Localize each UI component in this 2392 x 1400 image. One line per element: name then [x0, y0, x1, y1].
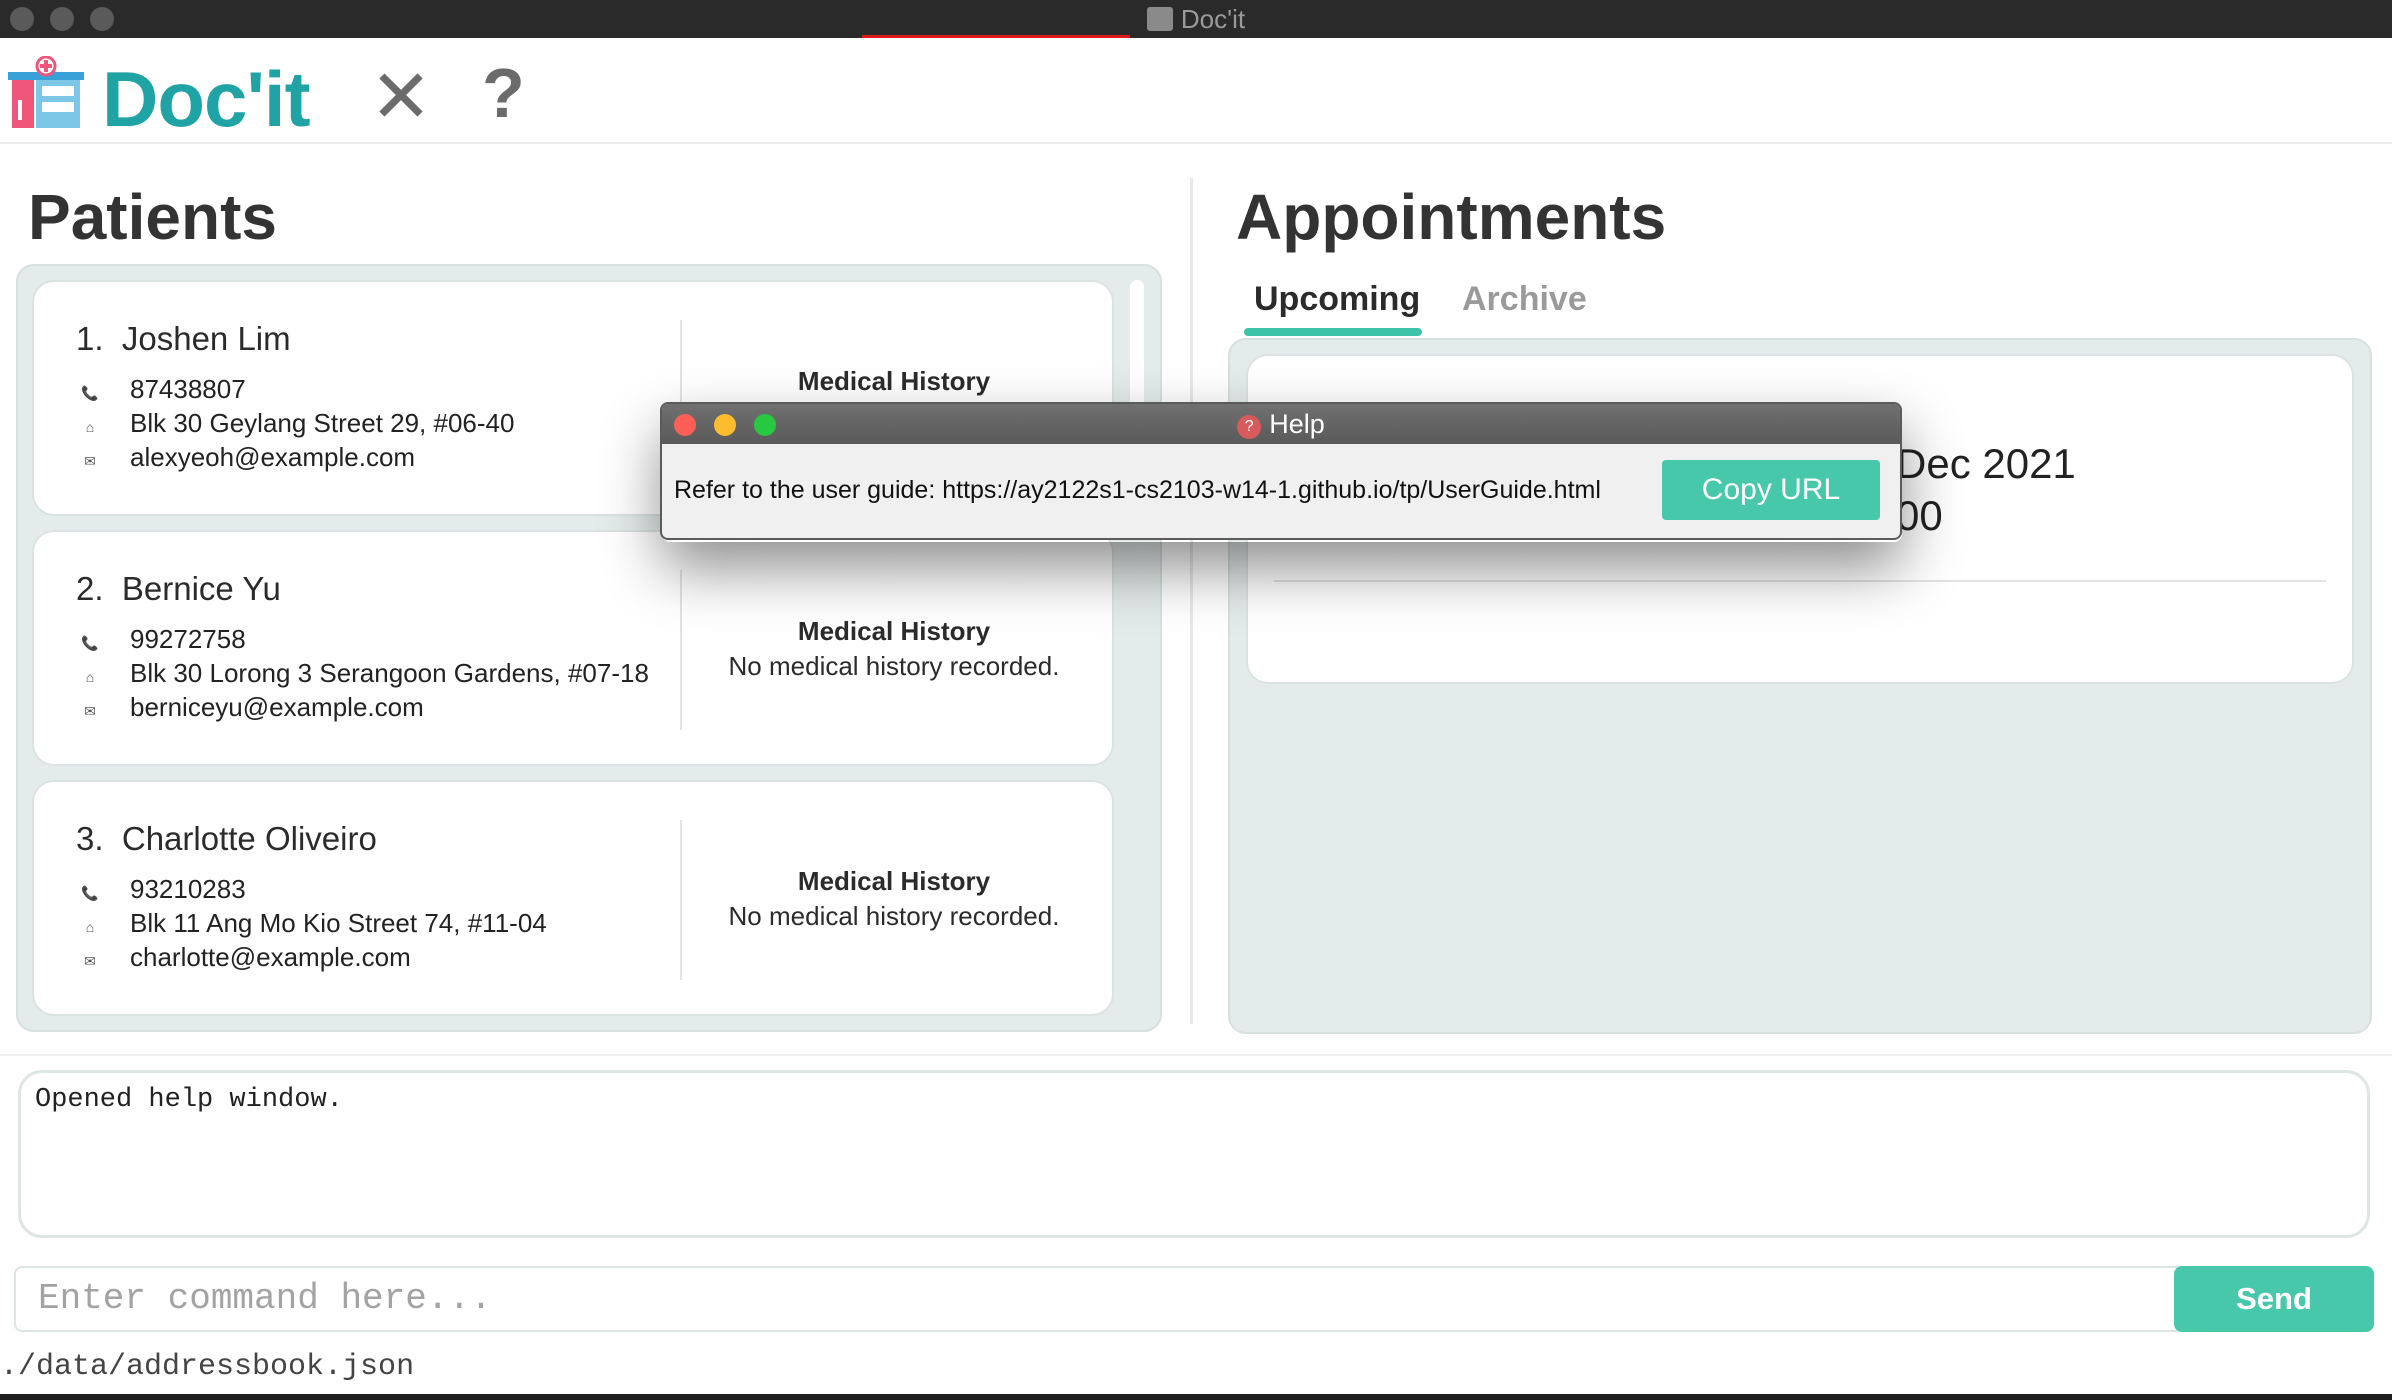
home-icon: ⌂	[85, 669, 95, 685]
patient-phone: 📞 87438807	[76, 374, 245, 405]
command-input[interactable]	[38, 1268, 2154, 1329]
active-tab-indicator	[1244, 328, 1422, 336]
home-icon: ⌂	[85, 419, 95, 435]
brand-title: Doc'it	[102, 55, 311, 143]
app-icon	[1146, 7, 1173, 31]
patient-address: ⌂ Blk 30 Geylang Street 29, #06-40	[76, 408, 515, 439]
appointment-card-divider	[1274, 580, 2326, 582]
card-divider	[680, 820, 682, 980]
email-icon: ✉	[84, 453, 96, 469]
email-icon: ✉	[84, 703, 96, 719]
section-separator	[0, 1054, 2392, 1056]
phone-icon: 📞	[81, 385, 99, 401]
tab-archive[interactable]: Archive	[1462, 280, 1587, 319]
card-divider	[680, 570, 682, 730]
send-button[interactable]: Send	[2174, 1266, 2374, 1332]
patient-card[interactable]: 3. Charlotte Oliveiro 📞 93210283 ⌂ Blk 11 …	[32, 780, 1114, 1016]
app-header: Doc'it ✕ ?	[0, 38, 2392, 144]
patient-address: ⌂ Blk 30 Lorong 3 Serangoon Gardens, #07-…	[76, 658, 649, 689]
appointment-date: Dec 2021	[1896, 440, 2076, 487]
help-dialog-titlebar: ? Help	[662, 404, 1900, 444]
home-icon: ⌂	[85, 919, 95, 935]
patient-phone: 📞 99272758	[76, 624, 245, 655]
patient-name: 1. Joshen Lim	[76, 320, 291, 357]
patient-email: ✉ charlotte@example.com	[76, 942, 411, 973]
medical-history-title: Medical History	[797, 366, 991, 396]
split-pane-divider[interactable]	[1190, 178, 1193, 1024]
medical-history: Medical History	[694, 366, 1094, 401]
help-icon: ?	[1237, 415, 1262, 439]
tab-upcoming[interactable]: Upcoming	[1254, 280, 1420, 319]
window-bottom-edge	[0, 1394, 2392, 1400]
patient-card[interactable]: 2. Bernice Yu 📞 99272758 ⌂ Blk 30 Lorong 3…	[32, 530, 1114, 766]
help-icon[interactable]: ?	[482, 58, 525, 128]
copy-url-button[interactable]: Copy URL	[1662, 460, 1880, 520]
help-dialog-title: ? Help	[662, 404, 1900, 444]
patient-name: 2. Bernice Yu	[76, 570, 281, 607]
appointments-heading: Appointments	[1236, 181, 1667, 253]
medical-history: Medical History No medical history recor…	[694, 866, 1094, 932]
medical-history-text: No medical history recorded.	[728, 651, 1060, 681]
patients-heading: Patients	[28, 181, 277, 253]
medical-history-title: Medical History	[797, 616, 991, 646]
patient-phone: 📞 93210283	[76, 874, 245, 905]
command-box[interactable]	[14, 1266, 2178, 1332]
medical-history-text: No medical history recorded.	[728, 901, 1060, 931]
window-title: Doc'it	[0, 0, 2392, 38]
patient-name: 3. Charlotte Oliveiro	[76, 820, 377, 857]
appointment-time: 00	[1896, 492, 1943, 539]
patient-email: ✉ alexyeoh@example.com	[76, 442, 415, 473]
help-dialog: ? Help Refer to the user guide: https://a…	[660, 402, 1902, 540]
phone-icon: 📞	[81, 885, 99, 901]
patient-address: ⌂ Blk 11 Ang Mo Kio Street 74, #11-04	[76, 908, 547, 939]
medical-history-title: Medical History	[797, 866, 991, 896]
email-icon: ✉	[84, 953, 96, 969]
exit-icon[interactable]: ✕	[370, 60, 432, 134]
help-message: Refer to the user guide: https://ay2122s…	[674, 476, 1601, 504]
clinic-logo-icon	[8, 56, 84, 128]
medical-history: Medical History No medical history recor…	[694, 616, 1094, 682]
phone-icon: 📞	[81, 635, 99, 651]
status-bar-path: ./data/addressbook.json	[0, 1350, 415, 1384]
patient-email: ✉ berniceyu@example.com	[76, 692, 424, 723]
window-titlebar: Doc'it	[0, 0, 2392, 39]
result-display: Opened help window.	[18, 1070, 2370, 1238]
